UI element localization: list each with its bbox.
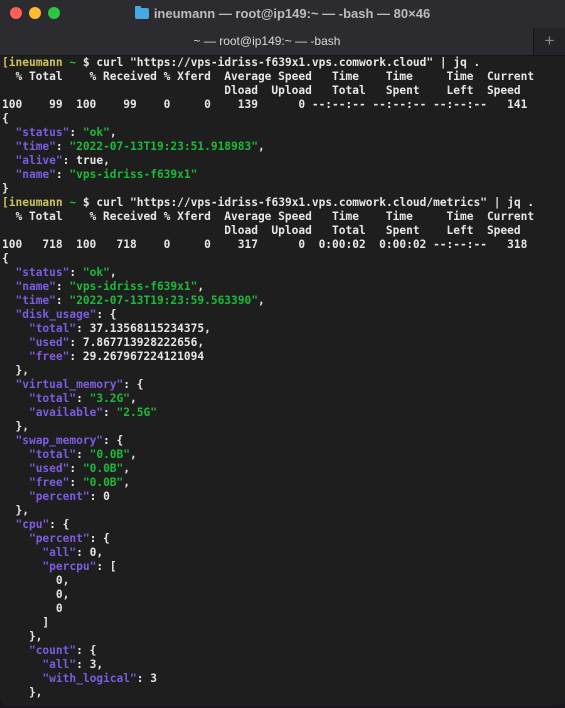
json-line: "free": "0.0B", xyxy=(28,476,131,489)
json-line: "alive": true, xyxy=(15,154,110,167)
json-line: 0 xyxy=(55,602,63,615)
curl-header-1: % Total % Received % Xferd Average Speed… xyxy=(2,210,535,223)
json-line: "with_logical": 3 xyxy=(42,672,157,685)
tab-bash[interactable]: ~ — root@ip149:~ — -bash xyxy=(0,28,534,55)
json-line: "percpu": [ xyxy=(42,560,117,573)
curl-progress: 100 99 100 99 0 0 139 0 --:--:-- --:--:-… xyxy=(2,98,528,111)
command-text: $ curl "https://vps-idriss-f639x1.vps.co… xyxy=(82,56,481,69)
title-bar[interactable]: ineumann — root@ip149:~ — -bash — 80×46 xyxy=(0,0,565,28)
json-line: }, xyxy=(2,364,29,377)
json-line: "total": "0.0B", xyxy=(28,448,137,461)
json-line: "total": "3.2G", xyxy=(28,392,137,405)
json-line: "disk_usage": { xyxy=(15,308,117,321)
window-title-text: ineumann — root@ip149:~ — -bash — 80×46 xyxy=(153,6,431,21)
prompt-tilde: ~ xyxy=(69,196,77,209)
json-line: "time": "2022-07-13T19:23:59.563390", xyxy=(15,294,265,307)
json-line: "name": "vps-idriss-f639x1" xyxy=(15,168,198,181)
json-line: "count": { xyxy=(28,644,97,657)
json-line: "used": 7.867713928222656, xyxy=(28,336,205,349)
command-text: $ curl "https://vps-idriss-f639x1.vps.co… xyxy=(82,196,535,209)
curl-header-2: Dload Upload Total Spent Left Speed xyxy=(2,224,521,237)
json-line: "name": "vps-idriss-f639x1", xyxy=(15,280,205,293)
json-line: 0, xyxy=(55,574,70,587)
terminal-window: ineumann — root@ip149:~ — -bash — 80×46 … xyxy=(0,0,565,706)
json-line: "time": "2022-07-13T19:23:51.918983", xyxy=(15,140,265,153)
json-line: "used": "0.0B", xyxy=(28,462,131,475)
prompt-user: ineumann xyxy=(8,196,63,209)
json-line: "total": 37.13568115234375, xyxy=(28,322,211,335)
tab-bar: ~ — root@ip149:~ — -bash + xyxy=(0,28,565,56)
json-line: }, xyxy=(2,686,43,699)
json-line: "percent": 0 xyxy=(28,490,110,503)
json-open: { xyxy=(2,252,9,265)
prompt-tilde: ~ xyxy=(69,56,77,69)
new-tab-button[interactable]: + xyxy=(533,28,565,55)
terminal-content[interactable]: [ineumann ~ $ curl "https://vps-idriss-f… xyxy=(0,56,565,706)
prompt-line: [ineumann ~ $ curl "https://vps-idriss-f… xyxy=(2,56,481,69)
json-line: }, xyxy=(2,420,29,433)
json-line: }, xyxy=(2,630,43,643)
json-line: "all": 3, xyxy=(42,658,104,671)
json-line: }, xyxy=(2,504,29,517)
prompt-user: ineumann xyxy=(8,56,63,69)
json-line: "swap_memory": { xyxy=(15,434,124,447)
prompt-line: [ineumann ~ $ curl "https://vps-idriss-f… xyxy=(2,196,535,209)
window-title: ineumann — root@ip149:~ — -bash — 80×46 xyxy=(0,6,565,21)
json-line: 0, xyxy=(55,588,70,601)
json-line: "status": "ok", xyxy=(15,126,117,139)
json-open: { xyxy=(2,112,9,125)
json-close: } xyxy=(2,182,9,195)
json-line: "percent": { xyxy=(28,532,110,545)
json-line: "available": "2.5G" xyxy=(28,406,157,419)
curl-header-2: Dload Upload Total Spent Left Speed xyxy=(2,84,521,97)
json-line: "cpu": { xyxy=(15,518,70,531)
curl-progress: 100 718 100 718 0 0 317 0 0:00:02 0:00:0… xyxy=(2,238,528,251)
curl-header-1: % Total % Received % Xferd Average Speed… xyxy=(2,70,535,83)
json-line: "free": 29.267967224121094 xyxy=(28,350,205,363)
json-line: "all": 0, xyxy=(42,546,104,559)
json-line: "status": "ok", xyxy=(15,266,117,279)
folder-icon xyxy=(134,6,149,19)
json-line: "virtual_memory": { xyxy=(15,378,144,391)
json-line: ] xyxy=(2,616,50,629)
